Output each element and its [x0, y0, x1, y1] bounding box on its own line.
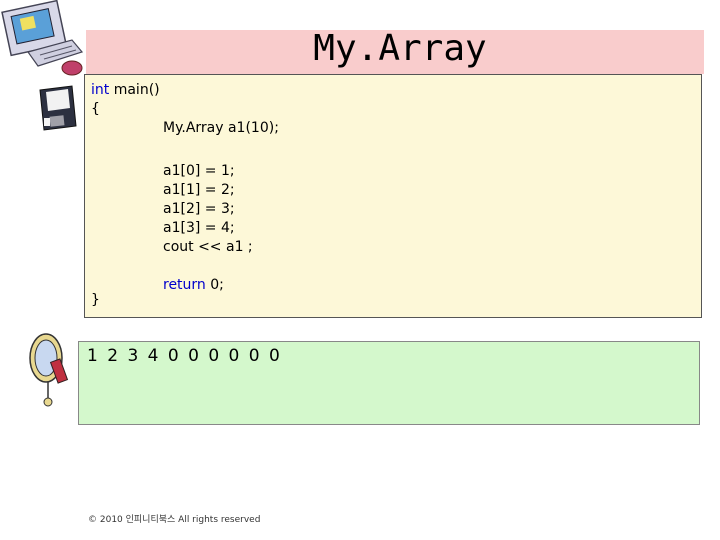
code-line: a1[3] = 4;: [163, 220, 235, 236]
code-box: int main() { My.Array a1(10); a1[0] = 1;…: [84, 74, 702, 318]
code-line: a1[2] = 3;: [163, 201, 235, 217]
code-line: a1[0] = 1;: [163, 163, 235, 179]
program-output: 1 2 3 4 0 0 0 0 0 0: [87, 346, 282, 366]
code-line: int main(): [91, 81, 160, 100]
code-line: cout << a1 ;: [163, 239, 253, 255]
code-line: }: [91, 292, 100, 308]
code-line: return 0;: [163, 276, 224, 295]
computer-icon: [1, 0, 84, 76]
code-text: main(): [109, 82, 160, 98]
floppy-disk-icon: [39, 85, 77, 131]
code-keyword: return: [163, 277, 206, 293]
monitor-icon: [29, 333, 69, 407]
code-keyword: int: [91, 82, 110, 98]
code-text: 0;: [205, 277, 224, 293]
copyright-notice: © 2010 인피니티북스 All rights reserved: [88, 515, 261, 525]
code-line: a1[1] = 2;: [163, 182, 235, 198]
code-line: {: [91, 101, 100, 117]
slide-title: My.Array: [313, 28, 487, 69]
code-line: My.Array a1(10);: [163, 120, 279, 136]
output-box: 1 2 3 4 0 0 0 0 0 0: [78, 341, 700, 425]
